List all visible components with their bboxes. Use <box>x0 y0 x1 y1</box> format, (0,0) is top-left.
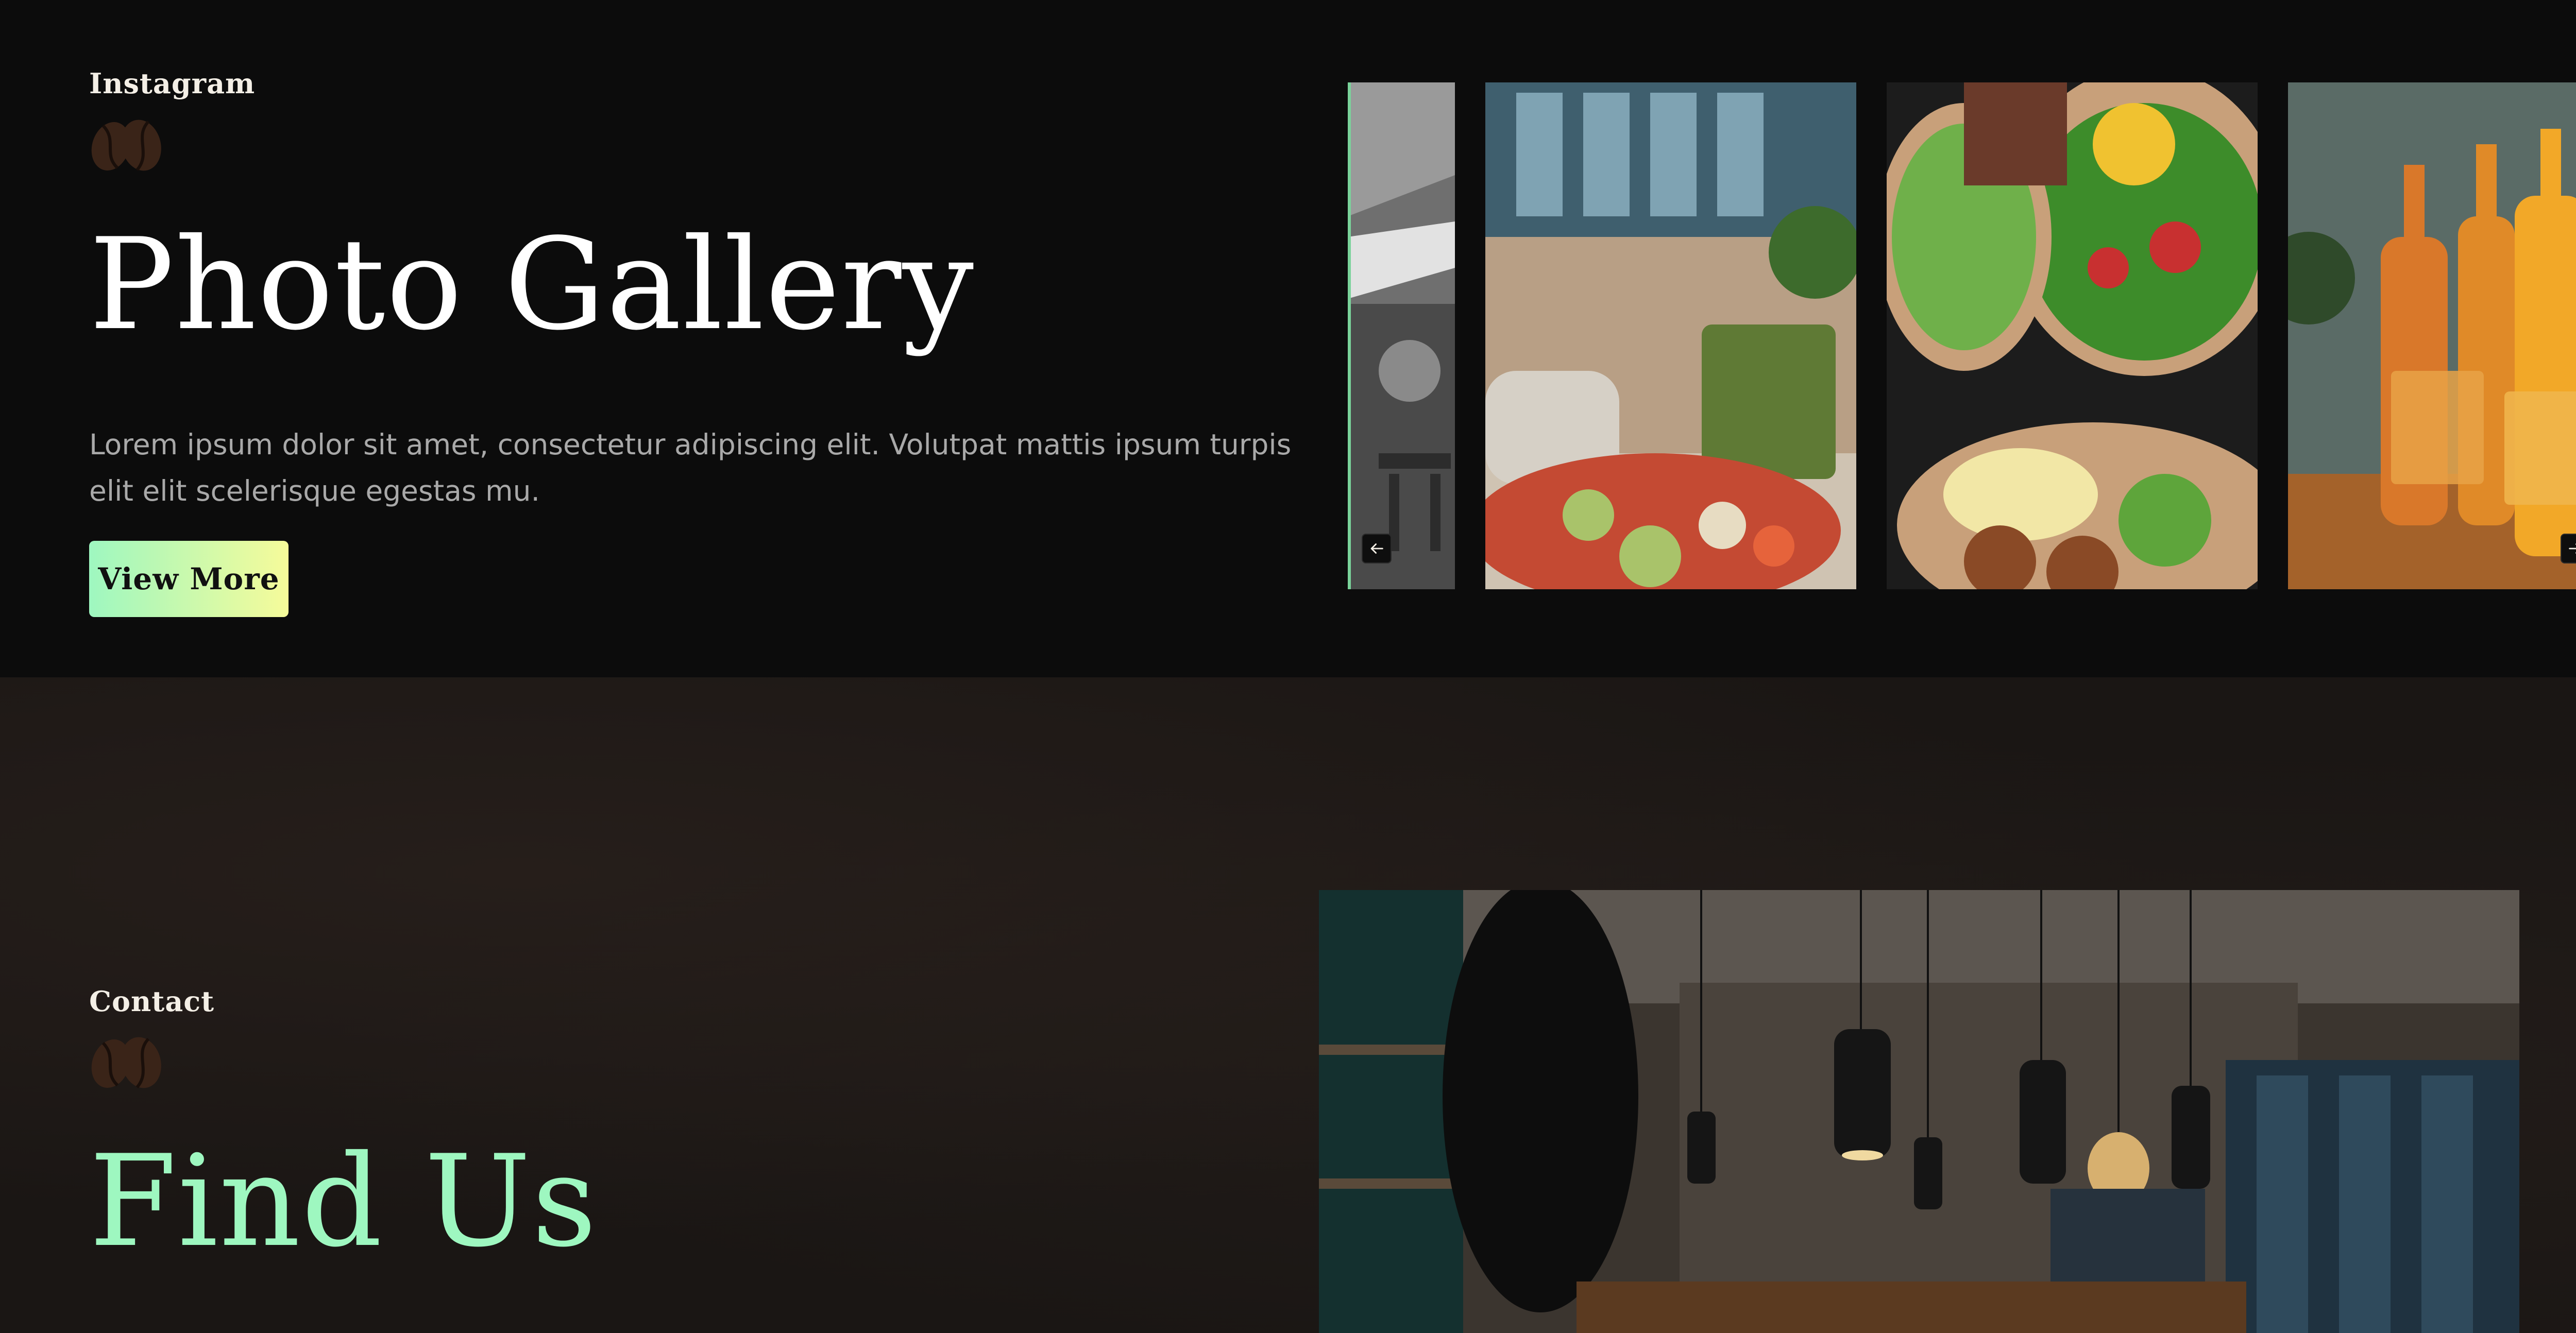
gallery-description: Lorem ipsum dolor sit amet, consectetur … <box>89 428 1292 507</box>
salad-bowls-photo <box>1887 82 2258 589</box>
cafe-interior-image <box>1319 890 2519 1333</box>
carousel-slide[interactable] <box>1485 82 1856 589</box>
terrace-photo <box>1348 82 1455 589</box>
cafe-interior-photo <box>1319 890 2519 1333</box>
coffee-bean-icon <box>91 119 161 171</box>
carousel-prev-button[interactable] <box>1362 534 1392 563</box>
carousel-slide[interactable] <box>1348 82 1455 589</box>
arrow-left-icon <box>1370 543 1383 554</box>
gallery-section: Instagram Photo Gallery Lorem ipsum dolo… <box>0 0 2576 677</box>
contact-eyebrow: Contact <box>89 985 215 1018</box>
juice-bottles-photo <box>2288 82 2576 589</box>
photo-carousel[interactable] <box>1348 82 2576 589</box>
gallery-eyebrow: Instagram <box>89 67 256 100</box>
arrow-right-icon <box>2569 543 2576 554</box>
carousel-next-button[interactable] <box>2561 534 2576 563</box>
smoothie-photo <box>1485 82 1856 589</box>
carousel-slide[interactable] <box>2288 82 2576 589</box>
coffee-bean-icon <box>91 1037 161 1088</box>
find-us-title: Find Us <box>89 1128 598 1275</box>
view-more-button[interactable]: View More <box>89 541 289 617</box>
carousel-slide[interactable] <box>1887 82 2258 589</box>
gallery-title: Photo Gallery <box>89 211 975 358</box>
